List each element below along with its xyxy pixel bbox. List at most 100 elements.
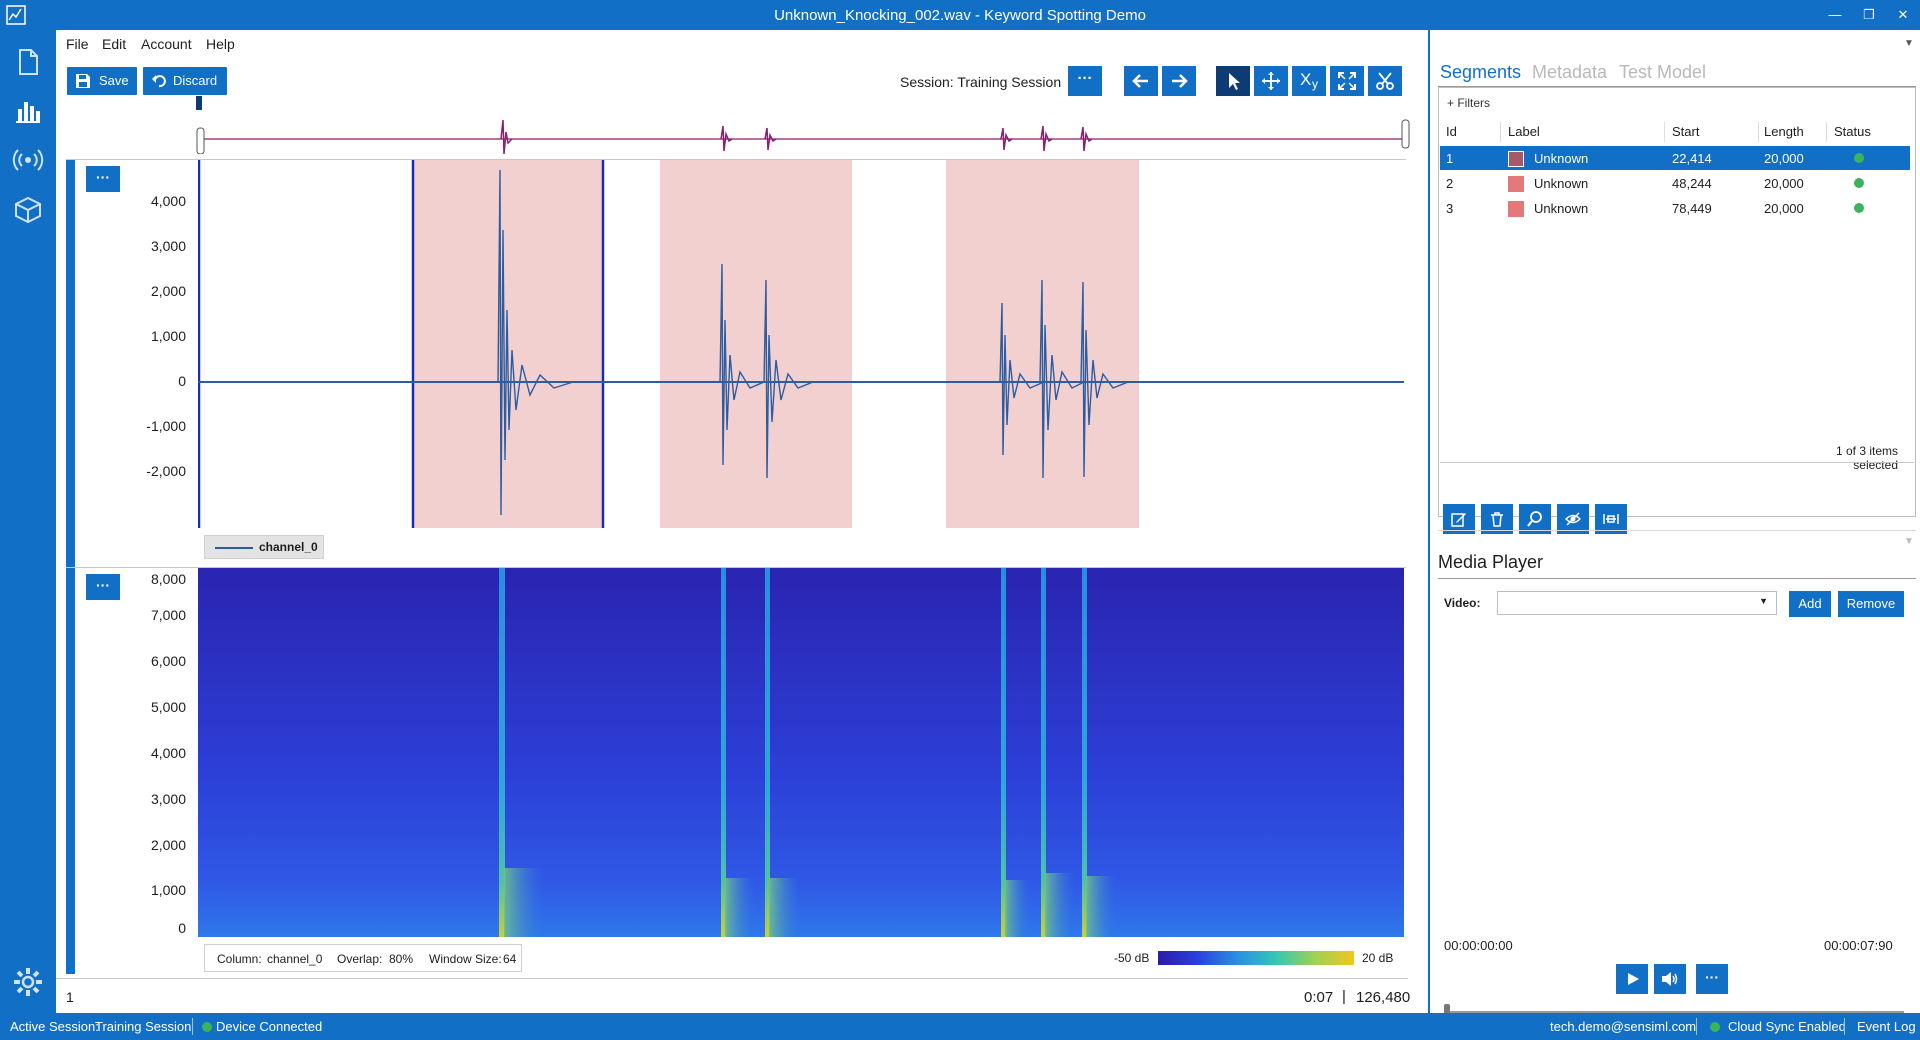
status-separator bbox=[1696, 1018, 1697, 1035]
row-length: 20,000 bbox=[1764, 151, 1804, 166]
filters-toggle[interactable]: + Filters bbox=[1447, 96, 1490, 110]
video-label: Video: bbox=[1444, 596, 1481, 610]
scissors-icon bbox=[1376, 72, 1394, 90]
next-button[interactable] bbox=[1162, 66, 1196, 96]
cut-tool-button[interactable] bbox=[1368, 66, 1402, 96]
y-tick-label: 4,000 bbox=[150, 193, 186, 209]
remove-video-button[interactable]: Remove bbox=[1838, 591, 1904, 617]
window-size-value: 64 bbox=[503, 952, 517, 966]
discard-label: Discard bbox=[173, 73, 218, 88]
right-pane: ▼ Segments Metadata Test Model + Filters… bbox=[1428, 30, 1920, 1018]
window-title: Unknown_Knocking_002.wav - Keyword Spott… bbox=[774, 7, 1146, 24]
play-icon bbox=[1628, 973, 1639, 985]
add-video-button[interactable]: Add bbox=[1789, 591, 1831, 617]
tab-segments[interactable]: Segments bbox=[1440, 62, 1521, 83]
overlap-value: 80% bbox=[389, 952, 414, 966]
device-status-dot bbox=[202, 1022, 212, 1032]
row-label: Unknown bbox=[1534, 176, 1589, 191]
spectrogram-plot[interactable] bbox=[198, 568, 1404, 937]
column-header-label[interactable]: Label bbox=[1508, 124, 1540, 139]
table-header: Id Label Start Length Status bbox=[1440, 122, 1910, 144]
column-header-start[interactable]: Start bbox=[1672, 124, 1699, 139]
document-icon[interactable] bbox=[12, 46, 44, 78]
segment-region-2[interactable] bbox=[660, 160, 852, 528]
total-time: 00:00:07:90 bbox=[1824, 938, 1893, 953]
xy-scale-button[interactable]: X y bbox=[1292, 66, 1326, 96]
duration-readout: 0:07 bbox=[1304, 989, 1334, 1006]
close-button[interactable]: ✕ bbox=[1892, 5, 1914, 25]
pane-splitter[interactable] bbox=[1438, 530, 1916, 531]
settings-icon[interactable] bbox=[12, 966, 44, 998]
fit-width-icon bbox=[1603, 514, 1619, 524]
column-header-length[interactable]: Length bbox=[1764, 124, 1804, 139]
menu-help[interactable]: Help bbox=[206, 36, 235, 52]
video-select[interactable]: ▼ bbox=[1497, 591, 1777, 615]
waveform-plot[interactable] bbox=[198, 160, 1408, 528]
tab-metadata[interactable]: Metadata bbox=[1532, 62, 1607, 83]
segment-region-1[interactable] bbox=[413, 160, 604, 528]
active-session-label: Active Session: bbox=[10, 1019, 99, 1034]
row-id: 1 bbox=[1446, 151, 1454, 166]
fit-to-view-button[interactable] bbox=[1330, 66, 1364, 96]
y-tick-label: -2,000 bbox=[146, 463, 186, 479]
status-dot bbox=[1854, 153, 1864, 163]
save-button[interactable]: Save bbox=[67, 67, 137, 95]
menu-edit[interactable]: Edit bbox=[102, 36, 126, 52]
select-tool-button[interactable] bbox=[1216, 66, 1250, 96]
readout-separator: | bbox=[1342, 988, 1346, 1005]
y-tick-label: 6,000 bbox=[150, 653, 186, 669]
event-log-link[interactable]: Event Log bbox=[1857, 1019, 1916, 1034]
bar-chart-icon[interactable] bbox=[12, 94, 44, 126]
minimize-button[interactable]: — bbox=[1824, 5, 1846, 25]
user-account[interactable]: tech.demo@sensiml.com bbox=[1550, 1019, 1696, 1034]
media-collapse-icon[interactable]: ▼ bbox=[1904, 536, 1914, 547]
previous-button[interactable] bbox=[1124, 66, 1158, 96]
row-start: 22,414 bbox=[1672, 151, 1712, 166]
menu-account[interactable]: Account bbox=[141, 36, 192, 52]
discard-button[interactable]: Discard bbox=[143, 67, 227, 95]
range-handle-right[interactable] bbox=[1401, 119, 1410, 149]
playhead-marker[interactable] bbox=[196, 96, 202, 110]
colorbar-max-label: 20 dB bbox=[1362, 951, 1394, 965]
current-time: 00:00:00:00 bbox=[1444, 938, 1513, 953]
play-button[interactable] bbox=[1616, 964, 1648, 994]
session-more-button[interactable]: ··· bbox=[1068, 66, 1102, 96]
session-indicator: Session: Training Session bbox=[900, 74, 1061, 90]
pointer-icon bbox=[1229, 73, 1240, 90]
legend-label: channel_0 bbox=[259, 540, 318, 554]
pane-collapse-icon[interactable]: ▼ bbox=[1904, 38, 1914, 49]
table-row[interactable]: 3 Unknown 78,449 20,000 bbox=[1440, 196, 1910, 220]
y-tick-label: 1,000 bbox=[150, 882, 186, 898]
menu-file[interactable]: File bbox=[66, 36, 89, 52]
segments-footer-divider bbox=[1440, 462, 1914, 463]
tab-test-model[interactable]: Test Model bbox=[1619, 62, 1706, 83]
waveform-legend[interactable]: channel_0 bbox=[204, 535, 324, 559]
y-tick-label: 2,000 bbox=[150, 837, 186, 853]
page-number: 1 bbox=[66, 989, 74, 1005]
undo-icon bbox=[152, 75, 166, 88]
range-handle-left[interactable] bbox=[196, 127, 205, 154]
row-label: Unknown bbox=[1534, 201, 1589, 216]
eye-off-icon bbox=[1565, 512, 1581, 526]
row-id: 2 bbox=[1446, 176, 1454, 191]
media-more-button[interactable]: ··· bbox=[1696, 964, 1728, 994]
colorbar-min-label: -50 dB bbox=[1114, 951, 1150, 965]
column-header-status[interactable]: Status bbox=[1834, 124, 1871, 139]
sample-count-readout: 126,480 bbox=[1356, 989, 1411, 1006]
selection-count: 1 of 3 items selected bbox=[1835, 444, 1898, 472]
volume-button[interactable] bbox=[1654, 964, 1686, 994]
column-header-id[interactable]: Id bbox=[1446, 124, 1457, 139]
waveform-panel-accent bbox=[66, 160, 75, 568]
status-dot bbox=[1854, 203, 1864, 213]
table-row[interactable]: 2 Unknown 48,244 20,000 bbox=[1440, 171, 1910, 195]
waveform-options-button[interactable]: ··· bbox=[86, 166, 120, 192]
table-row[interactable]: 1 Unknown 22,414 20,000 bbox=[1440, 146, 1910, 170]
restore-button[interactable]: ❐ bbox=[1858, 5, 1880, 25]
colorbar bbox=[1158, 951, 1354, 965]
row-length: 20,000 bbox=[1764, 176, 1804, 191]
y-tick-label: 3,000 bbox=[150, 791, 186, 807]
cube-icon[interactable] bbox=[12, 194, 44, 226]
pan-tool-button[interactable] bbox=[1254, 66, 1288, 96]
broadcast-icon[interactable] bbox=[12, 144, 44, 176]
overview-timeline[interactable] bbox=[196, 96, 1410, 154]
